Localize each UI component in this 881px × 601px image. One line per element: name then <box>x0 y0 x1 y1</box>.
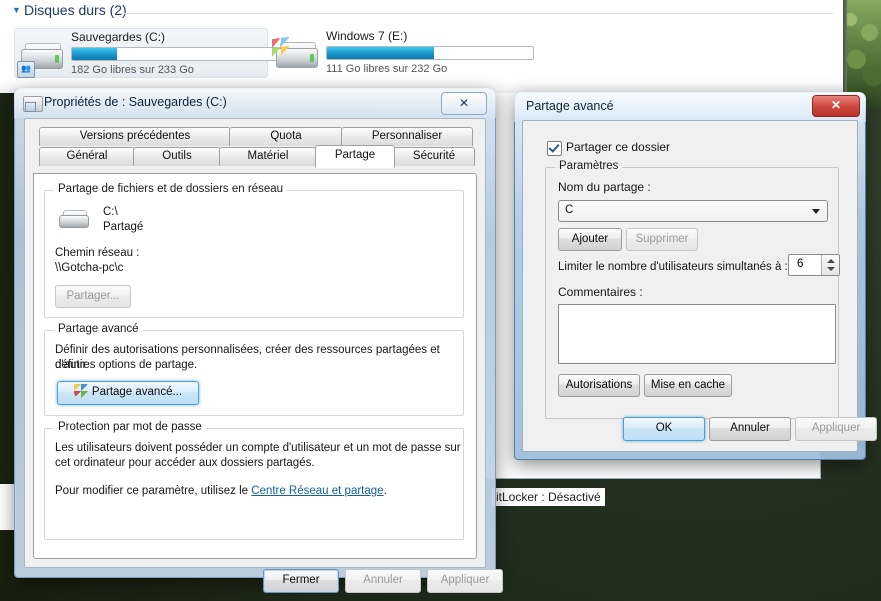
explorer-window: ▼ Disques durs (2) 👥 Sauvegardes (C:) 182… <box>0 0 843 530</box>
ajouter-button[interactable]: Ajouter <box>558 228 622 251</box>
advanced-sharing-group: Partage avancé Définir des autorisations… <box>44 323 464 416</box>
explorer-drive-area: ▼ Disques durs (2) 👥 Sauvegardes (C:) 182… <box>0 0 843 93</box>
tab-outils[interactable]: Outils <box>133 147 221 166</box>
windows-logo-overlay-icon <box>272 36 290 58</box>
partage-avance-button-label: Partage avancé... <box>91 386 183 398</box>
shared-folder-overlay-icon: 👥 <box>17 61 35 78</box>
uac-shield-icon <box>73 384 88 398</box>
commentaires-label: Commentaires : <box>558 285 643 299</box>
annuler-button-properties[interactable]: Annuler <box>345 569 421 593</box>
partage-tab-page: Partage de fichiers et de dossiers en ré… <box>33 173 477 559</box>
password-change-prefix: Pour modifier ce paramètre, utilisez le <box>55 485 252 497</box>
partager-ce-dossier-checkbox[interactable] <box>547 141 562 156</box>
tab-personnaliser[interactable]: Personnaliser <box>341 127 473 146</box>
centre-reseau-et-partage-link[interactable]: Centre Réseau et partage <box>251 485 383 497</box>
shared-drive-icon <box>57 207 91 229</box>
group-divider <box>118 13 833 14</box>
drive-name-c: Sauvegardes (C:) <box>71 30 166 44</box>
network-sharing-group: Partage de fichiers et de dossiers en ré… <box>44 183 464 318</box>
spinner-down-icon[interactable] <box>827 267 835 271</box>
share-name-value: C <box>565 204 574 216</box>
password-change-line: Pour modifier ce paramètre, utilisez le … <box>55 484 387 499</box>
appliquer-button-advanced[interactable]: Appliquer <box>795 417 877 441</box>
parametres-group: Paramètres Nom du partage : C Ajouter Su… <box>545 160 840 419</box>
tab-versions-precedentes[interactable]: Versions précédentes <box>39 127 231 146</box>
password-desc-line2: cet ordinateur pour accéder aux dossiers… <box>55 457 315 469</box>
appliquer-button-properties[interactable]: Appliquer <box>427 569 503 593</box>
advanced-titlebar[interactable]: Partage avancé ✕ <box>514 92 866 122</box>
drive-properties-icon <box>23 96 43 112</box>
properties-client-area: Versions précédentes Quota Personnaliser… <box>24 118 503 593</box>
autorisations-button[interactable]: Autorisations <box>558 374 640 397</box>
drives-group-header[interactable]: ▼ Disques durs (2) <box>12 2 127 18</box>
password-protection-group: Protection par mot de passe Les utilisat… <box>44 421 464 540</box>
spinner-buttons[interactable] <box>821 255 839 275</box>
network-path-value: \\Gotcha-pc\c <box>55 262 124 274</box>
fermer-button[interactable]: Fermer <box>263 569 339 593</box>
tab-general[interactable]: Général <box>39 147 135 166</box>
ok-button[interactable]: OK <box>623 417 705 441</box>
user-limit-spinner[interactable]: 6 <box>788 254 840 276</box>
tab-quota[interactable]: Quota <box>229 127 343 146</box>
annuler-button-advanced[interactable]: Annuler <box>709 417 791 441</box>
drive-capacity-bar-e <box>326 46 534 60</box>
advanced-sharing-desc-line2: d'autres options de partage. <box>55 359 198 371</box>
limiter-utilisateurs-label: Limiter le nombre d'utilisateurs simulta… <box>558 261 788 273</box>
chevron-down-icon[interactable] <box>812 209 820 214</box>
advanced-sharing-legend: Partage avancé <box>54 323 143 335</box>
supprimer-button[interactable]: Supprimer <box>626 228 698 251</box>
advanced-sharing-dialog: Partage avancé ✕ Partager ce dossier Par… <box>514 92 877 460</box>
mise-en-cache-button[interactable]: Mise en cache <box>644 374 732 397</box>
user-limit-value: 6 <box>797 258 804 270</box>
partager-ce-dossier-label: Partager ce dossier <box>566 140 671 154</box>
properties-titlebar[interactable]: Propriétés de : Sauvegardes (C:) ✕ <box>14 88 496 118</box>
parametres-legend: Paramètres <box>555 160 623 172</box>
close-icon[interactable]: ✕ <box>812 95 860 117</box>
advanced-dialog-title: Partage avancé <box>526 99 614 113</box>
bitlocker-status: itLocker : Désactivé <box>492 488 605 506</box>
drive-name-e: Windows 7 (E:) <box>326 29 408 43</box>
tab-row-bottom: Général Outils Matériel Partage Sécurité <box>25 145 485 168</box>
spinner-up-icon[interactable] <box>827 259 835 263</box>
advanced-client-area: Partager ce dossier Paramètres Nom du pa… <box>522 120 877 452</box>
network-sharing-legend: Partage de fichiers et de dossiers en ré… <box>54 183 288 195</box>
hard-drive-icon: 👥 <box>15 35 67 79</box>
comments-textarea[interactable] <box>558 304 836 364</box>
close-icon[interactable]: ✕ <box>441 92 487 115</box>
drive-free-text-e: 111 Go libres sur 232 Go <box>326 63 448 75</box>
share-name-combobox[interactable]: C <box>558 200 828 222</box>
tab-materiel[interactable]: Matériel <box>219 147 317 166</box>
drive-capacity-bar-c <box>71 47 279 61</box>
tab-row-top: Versions précédentes Quota Personnaliser <box>25 127 485 146</box>
share-path-value: C:\ <box>103 206 118 218</box>
partage-avance-button[interactable]: Partage avancé... <box>57 381 199 405</box>
drive-tile-c[interactable]: 👥 Sauvegardes (C:) 182 Go libres sur 233… <box>14 28 279 79</box>
password-protection-legend: Protection par mot de passe <box>54 421 206 433</box>
properties-dialog-title: Propriétés de : Sauvegardes (C:) <box>44 95 227 109</box>
drive-free-text-c: 182 Go libres sur 233 Go <box>71 64 194 76</box>
password-change-suffix: . <box>383 485 387 497</box>
drives-group-label: Disques durs (2) <box>24 2 127 18</box>
drive-tile-e[interactable]: Windows 7 (E:) 111 Go libres sur 232 Go <box>270 28 534 78</box>
password-desc-line1: Les utilisateurs doivent posséder un com… <box>55 442 461 454</box>
hard-drive-windows-icon <box>270 34 322 78</box>
network-path-label: Chemin réseau : <box>55 247 140 259</box>
tab-partage[interactable]: Partage <box>315 145 395 168</box>
partager-button[interactable]: Partager... <box>55 285 131 308</box>
properties-dialog: Propriétés de : Sauvegardes (C:) ✕ Versi… <box>14 88 503 593</box>
collapse-triangle-icon[interactable]: ▼ <box>12 5 24 15</box>
share-state-value: Partagé <box>103 221 144 233</box>
tab-securite[interactable]: Sécurité <box>393 147 475 166</box>
nom-du-partage-label: Nom du partage : <box>558 180 651 194</box>
